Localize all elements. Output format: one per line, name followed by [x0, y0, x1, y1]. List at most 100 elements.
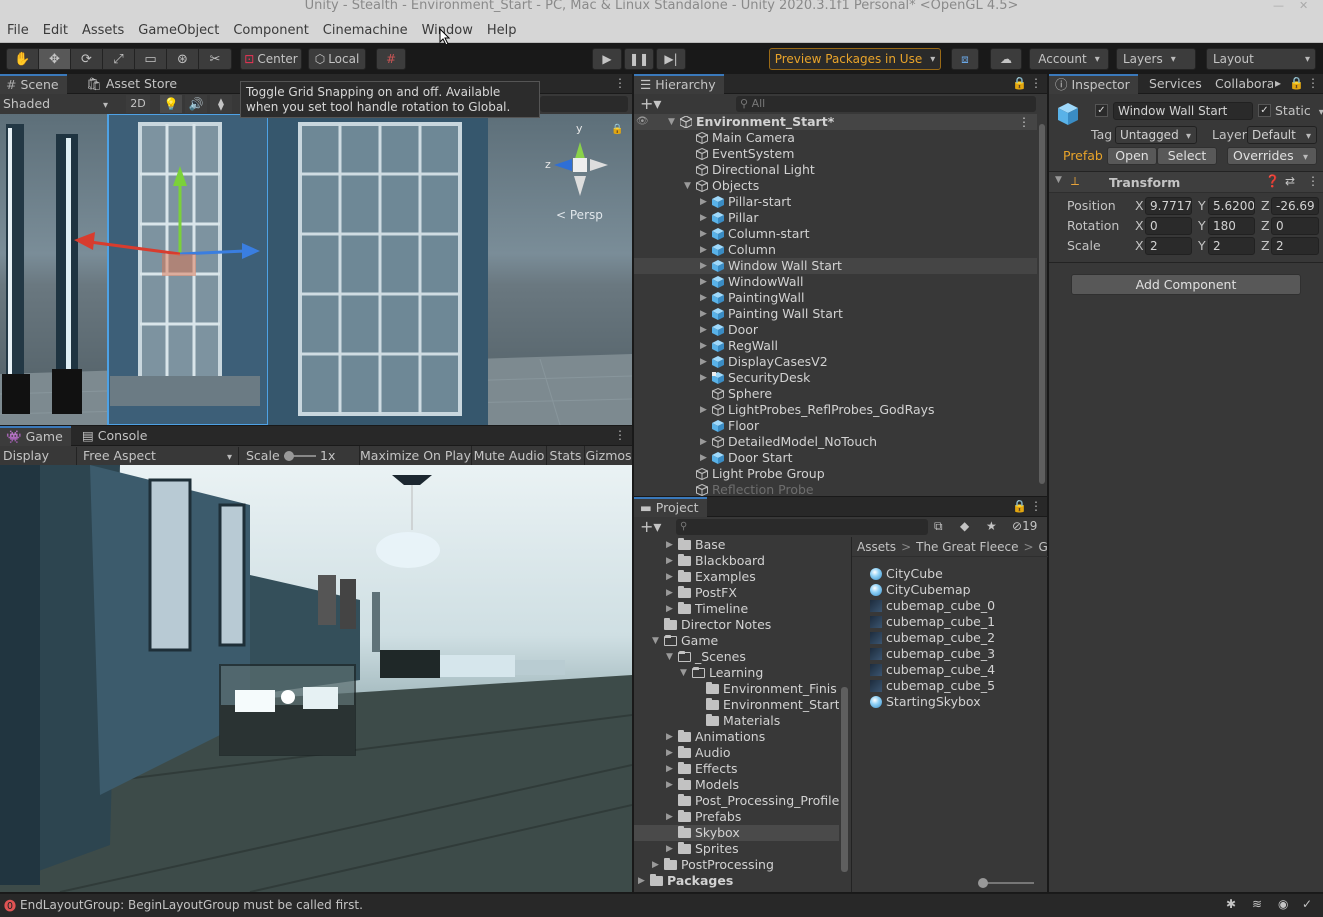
menu-gameobject[interactable]: GameObject: [131, 18, 226, 43]
hierarchy-item[interactable]: 👁 ▼ Environment_Start* ⋮: [634, 114, 1037, 130]
foldout-arrow-icon[interactable]: ▶: [700, 354, 707, 370]
hierarchy-item[interactable]: Light Probe Group: [634, 466, 1037, 482]
foldout-arrow-icon[interactable]: ▶: [700, 194, 707, 210]
asset-item[interactable]: cubemap_cube_1: [870, 614, 995, 630]
project-folder-item[interactable]: ▶ PostFX: [634, 585, 839, 601]
lighting-toggle-icon[interactable]: 💡: [160, 95, 182, 113]
foldout-arrow-icon[interactable]: ▶: [666, 585, 673, 601]
foldout-arrow-icon[interactable]: ▶: [700, 210, 707, 226]
foldout-arrow-icon[interactable]: ▶: [700, 274, 707, 290]
active-checkbox[interactable]: ✓: [1095, 104, 1108, 117]
breadcrumb-assets[interactable]: Assets: [852, 540, 896, 554]
foldout-arrow-icon[interactable]: ▶: [700, 434, 707, 450]
auto-generate-lighting-icon[interactable]: ◉: [1278, 897, 1288, 911]
collab-icon[interactable]: ⧈: [951, 48, 979, 70]
foldout-arrow-icon[interactable]: ▶: [666, 553, 673, 569]
object-name-field[interactable]: Window Wall Start: [1113, 102, 1253, 120]
asset-item[interactable]: cubemap_cube_0: [870, 598, 995, 614]
menu-cinemachine[interactable]: Cinemachine: [316, 18, 415, 43]
static-dropdown[interactable]: Static: [1275, 103, 1323, 121]
account-dropdown[interactable]: Account: [1029, 48, 1109, 70]
foldout-arrow-icon[interactable]: ▼: [680, 665, 687, 681]
breadcrumb-game[interactable]: Gan: [1039, 540, 1048, 554]
search-by-label-icon[interactable]: ◆: [960, 519, 969, 533]
visibility-icon[interactable]: 👁: [636, 114, 649, 130]
hierarchy-item[interactable]: ▶ Window Wall Start: [634, 258, 1037, 274]
rotation-y-field[interactable]: 180: [1208, 217, 1255, 235]
breadcrumb-great-fleece[interactable]: The Great Fleece: [916, 540, 1018, 554]
scale-y-field[interactable]: 2: [1208, 237, 1255, 255]
project-tree-scrollbar[interactable]: [839, 537, 851, 892]
foldout-arrow-icon[interactable]: ▶: [700, 258, 707, 274]
foldout-arrow-icon[interactable]: ▼: [652, 633, 659, 649]
project-folder-item[interactable]: Materials: [634, 713, 839, 729]
progress-icon[interactable]: ✓: [1302, 897, 1312, 911]
hierarchy-item[interactable]: Sphere: [634, 386, 1037, 402]
hierarchy-item[interactable]: Directional Light: [634, 162, 1037, 178]
tab-project[interactable]: ▬ Project: [634, 497, 707, 517]
foldout-arrow-icon[interactable]: ▶: [666, 809, 673, 825]
hierarchy-menu-icon[interactable]: ⋮: [1030, 76, 1042, 90]
project-folder-item[interactable]: ▶ Timeline: [634, 601, 839, 617]
hierarchy-item[interactable]: ▶ Pillar: [634, 210, 1037, 226]
hierarchy-item[interactable]: ▶ Pillar-start: [634, 194, 1037, 210]
hierarchy-item[interactable]: ▼ Objects: [634, 178, 1037, 194]
hierarchy-item[interactable]: Main Camera: [634, 130, 1037, 146]
foldout-arrow-icon[interactable]: ▶: [700, 242, 707, 258]
menu-file[interactable]: File: [0, 18, 36, 43]
tab-asset-store[interactable]: 🛍 Asset Store: [80, 74, 185, 94]
hierarchy-search-input[interactable]: ⚲ All: [736, 96, 1036, 112]
cloud-icon[interactable]: ☁: [990, 48, 1022, 70]
minimize-window-button[interactable]: —: [1273, 0, 1284, 12]
icon-size-slider-handle[interactable]: [978, 878, 988, 888]
asset-item[interactable]: cubemap_cube_5: [870, 678, 995, 694]
favorites-icon[interactable]: ★: [986, 519, 997, 533]
move-tool-icon[interactable]: ✥: [39, 49, 71, 69]
asset-item[interactable]: cubemap_cube_3: [870, 646, 995, 662]
search-by-type-icon[interactable]: ⧉: [934, 519, 943, 534]
tabs-overflow-icon[interactable]: ▸: [1275, 76, 1281, 90]
overrides-dropdown[interactable]: Overrides: [1227, 147, 1317, 165]
project-folder-item[interactable]: Director Notes: [634, 617, 839, 633]
shading-mode-dropdown[interactable]: Shaded: [3, 95, 117, 115]
pause-button[interactable]: ❚❚: [624, 48, 654, 70]
scale-z-field[interactable]: 2: [1271, 237, 1319, 255]
menu-edit[interactable]: Edit: [36, 18, 75, 43]
project-folder-item[interactable]: Environment_Finis: [634, 681, 839, 697]
hidden-packages-icon[interactable]: ⊘19: [1012, 519, 1037, 533]
scale-x-field[interactable]: 2: [1145, 237, 1192, 255]
project-folder-item[interactable]: ▼ _Scenes: [634, 649, 839, 665]
hierarchy-item[interactable]: ▶ Door Start: [634, 450, 1037, 466]
pivot-local-toggle[interactable]: ⬡ Local: [308, 48, 366, 70]
project-add-button[interactable]: +▾: [640, 517, 661, 537]
tab-scene[interactable]: # Scene: [0, 74, 67, 94]
hierarchy-scrollbar[interactable]: [1037, 114, 1047, 496]
asset-item[interactable]: CityCube: [870, 566, 943, 582]
foldout-arrow-icon[interactable]: ▶: [666, 601, 673, 617]
maximize-on-play-toggle[interactable]: Maximize On Play: [359, 446, 471, 466]
hierarchy-item[interactable]: EventSystem: [634, 146, 1037, 162]
transform-foldout-icon[interactable]: ▼: [1055, 175, 1062, 185]
layout-dropdown[interactable]: Layout: [1206, 48, 1316, 70]
menu-help[interactable]: Help: [480, 18, 524, 43]
hierarchy-item[interactable]: ▶ Door: [634, 322, 1037, 338]
project-menu-icon[interactable]: ⋮: [1030, 499, 1042, 513]
foldout-arrow-icon[interactable]: ▶: [700, 322, 707, 338]
project-folder-item[interactable]: ▶ Animations: [634, 729, 839, 745]
presets-icon[interactable]: ⇄: [1285, 174, 1295, 188]
hierarchy-item[interactable]: ▶ SecurityDesk: [634, 370, 1037, 386]
project-folder-item[interactable]: ▶ Audio: [634, 745, 839, 761]
inspector-menu-icon[interactable]: ⋮: [1307, 76, 1319, 90]
position-z-field[interactable]: -26.69: [1271, 197, 1319, 215]
project-folder-item[interactable]: Skybox: [634, 825, 839, 841]
layer-dropdown[interactable]: Default: [1247, 126, 1317, 144]
project-folder-item[interactable]: ▶ Base: [634, 537, 839, 553]
projection-label[interactable]: < Persp: [556, 208, 603, 222]
project-search-input[interactable]: ⚲: [676, 519, 928, 535]
pivot-center-toggle[interactable]: ⊡ Center: [240, 48, 302, 70]
hierarchy-item[interactable]: ▶ RegWall: [634, 338, 1037, 354]
project-folder-item[interactable]: ▶ Examples: [634, 569, 839, 585]
add-component-button[interactable]: Add Component: [1071, 274, 1301, 295]
icon-size-slider[interactable]: [980, 882, 1034, 884]
scene-panel-menu-icon[interactable]: ⋮: [614, 76, 626, 90]
